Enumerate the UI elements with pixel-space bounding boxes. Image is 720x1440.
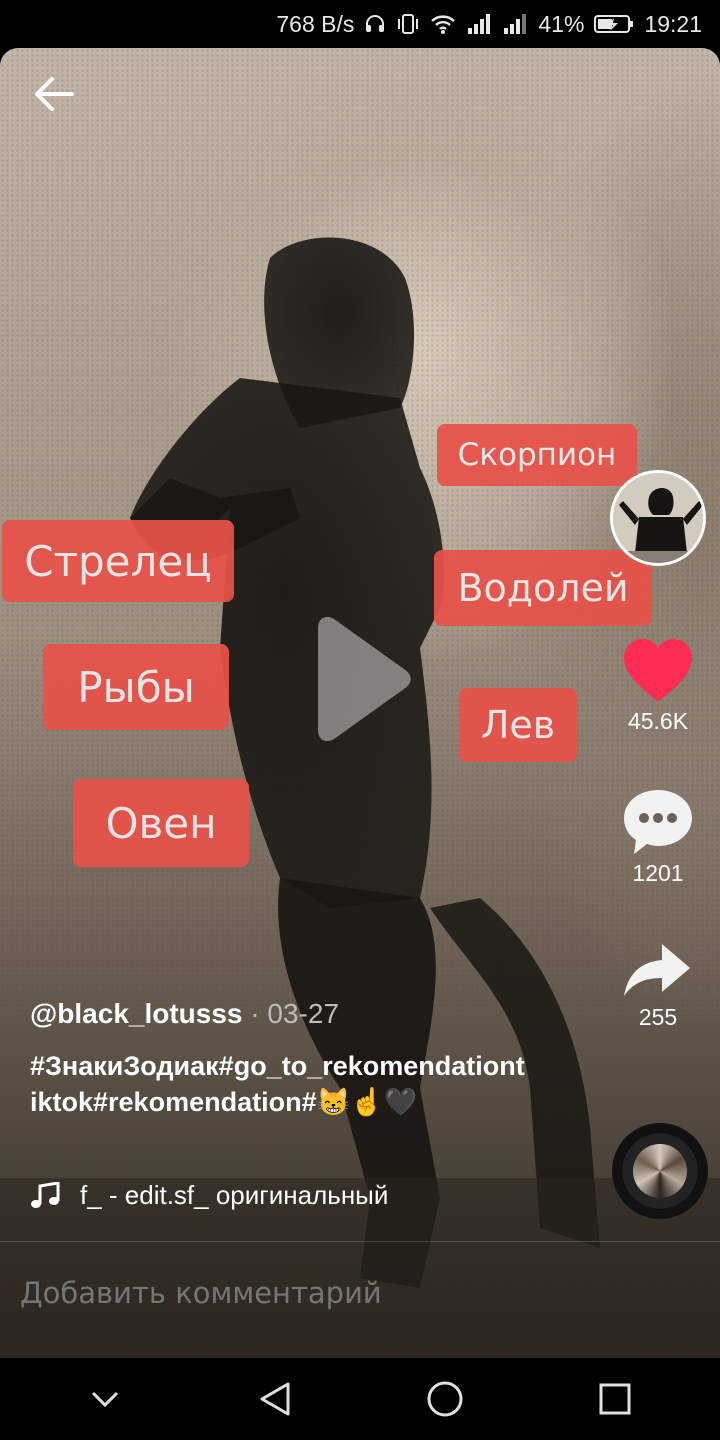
music-disc[interactable] [612, 1123, 708, 1219]
back-triangle-icon[interactable] [240, 1364, 310, 1434]
music-title: f_ - edit.sf_ оригинальный [80, 1180, 389, 1210]
zodiac-tag: Рыбы [43, 644, 229, 730]
zodiac-tag: Лев [459, 688, 577, 762]
post-date: · 03-27 [250, 998, 340, 1029]
share-button[interactable]: 255 [610, 942, 706, 1031]
creator-avatar[interactable] [610, 470, 706, 566]
wifi-icon [430, 11, 456, 37]
headphones-icon [364, 11, 386, 37]
system-nav-bar [0, 1358, 720, 1440]
heart-icon [624, 639, 692, 702]
comment-icon [624, 790, 692, 854]
signal-icon [502, 11, 528, 37]
vibrate-icon [396, 11, 420, 37]
like-button[interactable]: 45.6K [610, 638, 706, 735]
username[interactable]: @black_lotusss [30, 998, 243, 1029]
chevron-down-icon[interactable] [70, 1364, 140, 1434]
share-arrow-icon [624, 944, 690, 996]
home-circle-icon[interactable] [410, 1364, 480, 1434]
battery-charging-icon [594, 11, 634, 37]
share-count: 255 [638, 1004, 678, 1030]
clock: 19:21 [644, 10, 702, 37]
play-icon[interactable] [300, 614, 420, 744]
video-player[interactable]: Скорпион Стрелец Водолей Рыбы Лев Овен 4… [0, 48, 720, 1358]
post-author[interactable]: @black_lotusss · 03-27 [30, 998, 339, 1030]
zodiac-tag: Водолей [434, 550, 652, 626]
status-bar: 768 B/s 41% 19:21 [0, 0, 720, 48]
network-speed: 768 B/s [276, 10, 355, 37]
battery-percent: 41% [538, 10, 585, 37]
music-disc-cover [633, 1144, 687, 1198]
comment-button[interactable]: 1201 [610, 788, 706, 887]
zodiac-tag: Скорпион [437, 424, 637, 486]
arrow-left-icon[interactable] [30, 70, 78, 118]
comment-count: 1201 [632, 860, 684, 886]
post-caption[interactable]: #ЗнакиЗодиак#go_to_rekomendationtiktok#r… [30, 1048, 530, 1120]
like-count: 45.6K [627, 708, 689, 734]
divider [0, 1241, 720, 1242]
music-info[interactable]: f_ - edit.sf_ оригинальный [30, 1180, 390, 1211]
comment-input[interactable] [20, 1276, 600, 1310]
zodiac-tag: Овен [73, 779, 249, 867]
zodiac-tag: Стрелец [2, 520, 234, 602]
recents-square-icon[interactable] [580, 1364, 650, 1434]
music-note-icon [31, 1181, 60, 1208]
signal-icon [466, 11, 492, 37]
